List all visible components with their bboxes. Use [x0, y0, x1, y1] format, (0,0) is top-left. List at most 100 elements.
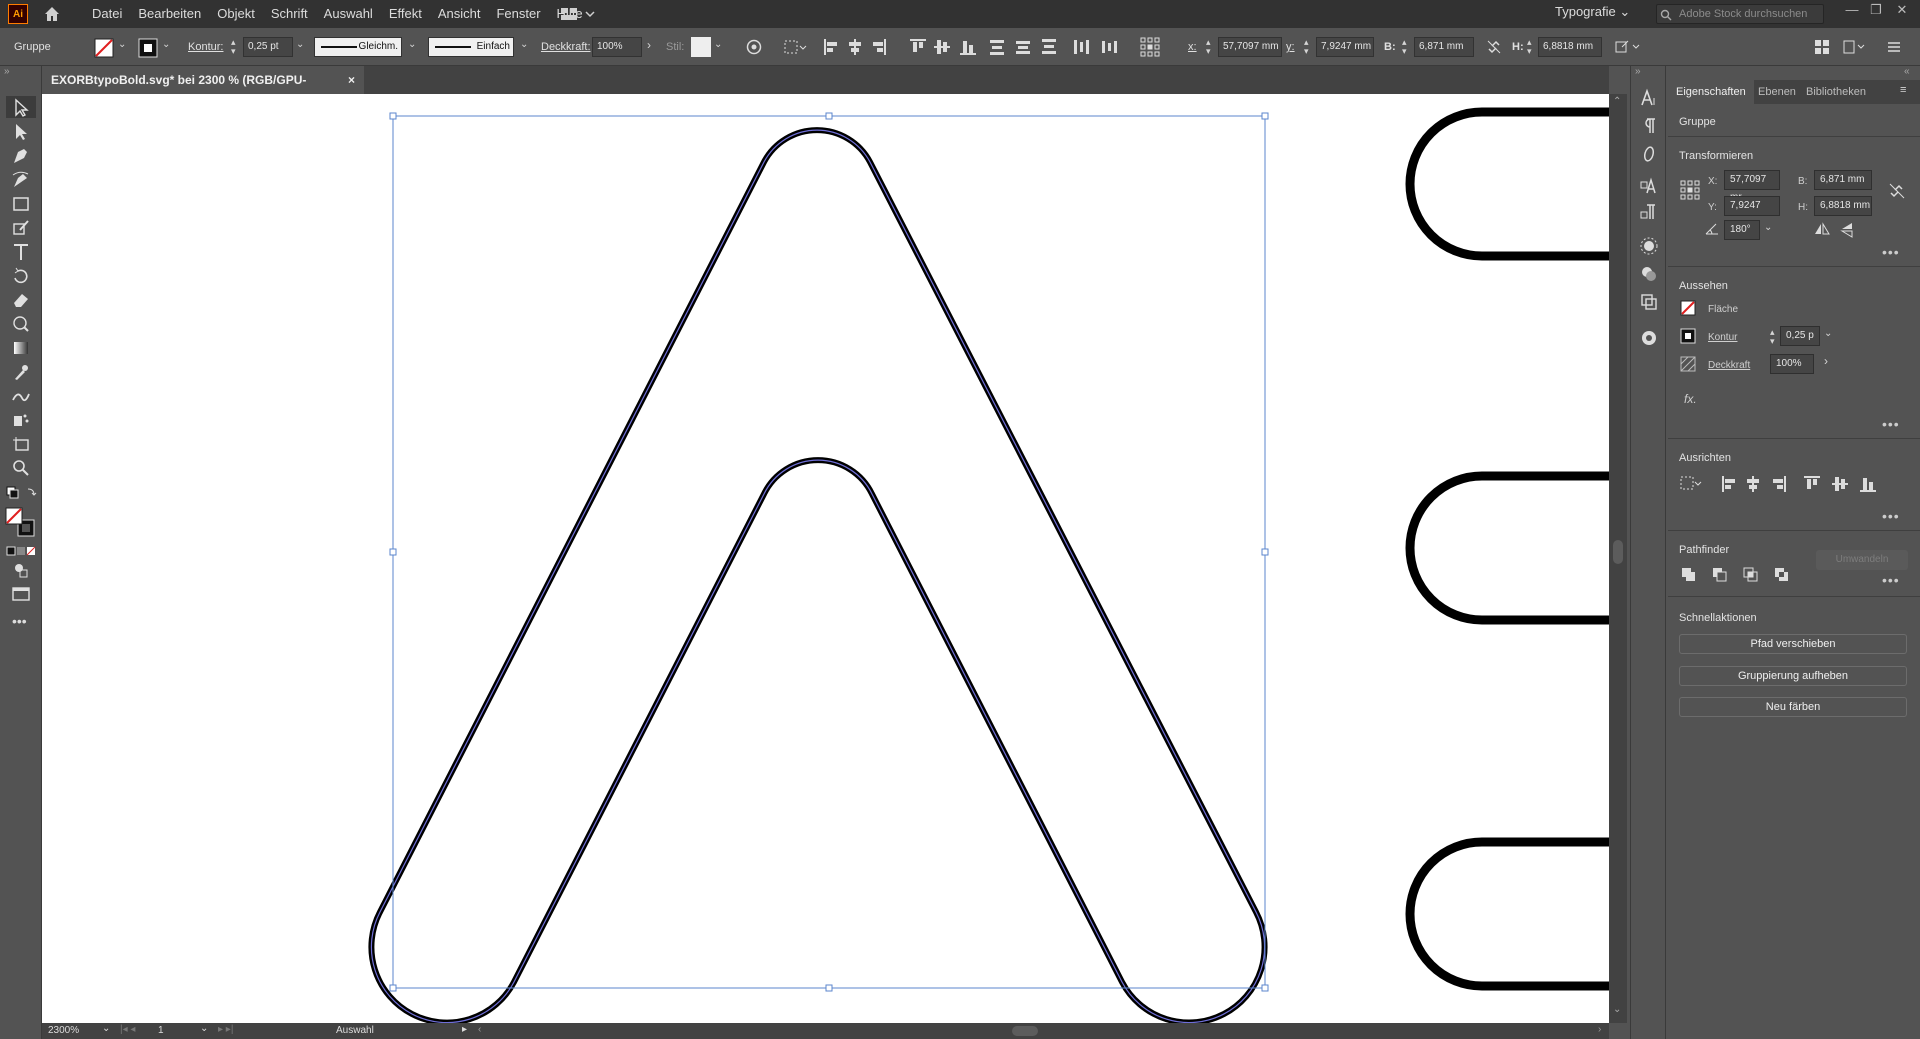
- reference-point-icon[interactable]: [1680, 180, 1700, 200]
- default-colors-swap-icon[interactable]: [6, 486, 38, 500]
- scroll-up-icon[interactable]: ⌃: [1613, 96, 1621, 107]
- layers-panel-icon[interactable]: [1639, 292, 1659, 312]
- stroke-weight-input[interactable]: 0,25 pt: [243, 37, 293, 57]
- zoom-level[interactable]: 2300%: [48, 1025, 79, 1036]
- gradient-tool-icon[interactable]: [10, 338, 32, 358]
- height-input[interactable]: 6,8818 mm: [1814, 196, 1872, 216]
- collapse-toolbar-icon[interactable]: »: [4, 66, 10, 77]
- rotation-input[interactable]: 180°: [1724, 220, 1760, 240]
- opentype-panel-icon[interactable]: [1639, 144, 1659, 164]
- artboard-canvas[interactable]: [42, 94, 1609, 1023]
- graphic-styles-icon[interactable]: [1639, 264, 1659, 284]
- appearance-panel-icon[interactable]: [1639, 236, 1659, 256]
- recolor-artwork-icon[interactable]: [746, 39, 762, 55]
- menu-ansicht[interactable]: Ansicht: [430, 0, 489, 28]
- chevron-right-icon[interactable]: ›: [1824, 354, 1828, 368]
- drawing-mode-icon[interactable]: [10, 560, 32, 580]
- glyphs-panel-icon[interactable]: [1639, 176, 1659, 196]
- tab-ebenen[interactable]: Ebenen: [1750, 80, 1804, 104]
- document-tab[interactable]: EXORBtypoBold.svg* bei 2300 % (RGB/GPU-V…: [42, 66, 364, 115]
- isolate-icon[interactable]: [1814, 39, 1830, 55]
- x-position-input[interactable]: 57,7097 mm: [1218, 37, 1282, 57]
- status-menu-arrow-icon[interactable]: ▸: [462, 1024, 467, 1035]
- direct-selection-tool-icon[interactable]: [10, 122, 32, 142]
- width-input[interactable]: 6,871 mm: [1414, 37, 1474, 57]
- chevron-down-icon[interactable]: ⌄: [296, 39, 304, 50]
- symbol-sprayer-tool-icon[interactable]: [10, 410, 32, 430]
- color-mode-icons[interactable]: [6, 546, 36, 556]
- chevron-right-icon[interactable]: ›: [647, 38, 651, 52]
- blend-tool-icon[interactable]: [10, 386, 32, 406]
- deckkraft-label[interactable]: Deckkraft:: [541, 41, 591, 53]
- fill-none-swatch-icon[interactable]: [1680, 300, 1696, 316]
- chevron-down-icon[interactable]: ⌄: [1764, 222, 1772, 233]
- more-options-icon[interactable]: •••: [1882, 572, 1900, 588]
- height-input[interactable]: 6,8818 mm: [1538, 37, 1602, 57]
- more-options-icon[interactable]: •••: [1882, 244, 1900, 260]
- edit-toolbar-icon[interactable]: •••: [12, 613, 27, 629]
- chevron-down-icon[interactable]: ⌄: [1824, 328, 1832, 339]
- recolor-button[interactable]: Neu färben: [1679, 697, 1907, 717]
- rectangle-tool-icon[interactable]: [10, 194, 32, 214]
- free-transform-tool-icon[interactable]: [10, 314, 32, 334]
- chevron-down-icon[interactable]: ⌄: [520, 39, 528, 50]
- stock-search-input[interactable]: Adobe Stock durchsuchen: [1656, 4, 1824, 24]
- panel-menu-icon[interactable]: ≡: [1900, 84, 1906, 96]
- chevron-down-icon[interactable]: ⌄: [714, 39, 722, 50]
- offset-path-button[interactable]: Pfad verschieben: [1679, 634, 1907, 654]
- scroll-down-icon[interactable]: ⌄: [1613, 1004, 1621, 1015]
- artwork-svg[interactable]: [42, 94, 1609, 1023]
- fill-none-swatch-icon[interactable]: [94, 38, 114, 58]
- stepper-icon[interactable]: ▴ ▾: [1770, 328, 1775, 346]
- home-icon[interactable]: [42, 4, 62, 24]
- screen-mode-icon[interactable]: [10, 584, 32, 604]
- align-icons-group[interactable]: [822, 38, 1132, 56]
- stepper-icon[interactable]: ▴ ▾: [1206, 38, 1211, 56]
- stepper-icon[interactable]: ▴ ▾: [1304, 38, 1309, 56]
- ungroup-button[interactable]: Gruppierung aufheben: [1679, 666, 1907, 686]
- artboard-tool-icon[interactable]: [10, 434, 32, 454]
- close-tab-icon[interactable]: ×: [348, 66, 355, 94]
- link-proportions-icon[interactable]: [1486, 39, 1502, 55]
- collapse-panel-icon[interactable]: «: [1904, 66, 1910, 77]
- chevron-down-icon[interactable]: ⌄: [408, 39, 416, 50]
- stepper-icon[interactable]: ▴ ▾: [231, 38, 236, 56]
- workspace-switcher[interactable]: Typografie ⌄: [1555, 4, 1630, 20]
- opacity-input[interactable]: 100%: [592, 37, 642, 57]
- character-styles-icon[interactable]: [1639, 202, 1659, 222]
- hscroll-thumb[interactable]: [1012, 1026, 1038, 1036]
- width-input[interactable]: 6,871 mm: [1814, 170, 1872, 190]
- stroke-label[interactable]: Kontur: [1708, 332, 1737, 343]
- menu-bearbeiten[interactable]: Bearbeiten: [130, 0, 209, 28]
- zoom-tool-icon[interactable]: [10, 458, 32, 478]
- pen-tool-icon[interactable]: [10, 146, 32, 166]
- stroke-weight-input[interactable]: 0,25 p: [1780, 326, 1820, 346]
- reference-point-icon[interactable]: [1140, 37, 1188, 57]
- opacity-label[interactable]: Deckkraft: [1708, 360, 1750, 371]
- artboard-number[interactable]: 1: [158, 1025, 164, 1036]
- selection-tool-icon[interactable]: [10, 98, 32, 118]
- hscroll-right-icon[interactable]: ›: [1598, 1024, 1601, 1035]
- more-options-icon[interactable]: •••: [1882, 416, 1900, 432]
- y-position-input[interactable]: 7,9247 mm: [1316, 37, 1374, 57]
- menu-auswahl[interactable]: Auswahl: [316, 0, 381, 28]
- tab-eigenschaften[interactable]: Eigenschaften: [1668, 80, 1754, 104]
- stepper-icon[interactable]: ▴ ▾: [1402, 38, 1407, 56]
- x-label[interactable]: x:: [1188, 41, 1197, 53]
- tab-bibliotheken[interactable]: Bibliotheken: [1798, 80, 1874, 104]
- eyedropper-tool-icon[interactable]: [10, 362, 32, 382]
- artboard-nav-prev-icons[interactable]: |◂ ◂: [120, 1024, 135, 1035]
- close-window-icon[interactable]: ✕: [1890, 2, 1914, 22]
- minimize-icon[interactable]: —: [1840, 2, 1864, 22]
- menu-objekt[interactable]: Objekt: [209, 0, 263, 28]
- more-options-icon[interactable]: •••: [1882, 508, 1900, 524]
- align-to-selection-icon[interactable]: [784, 39, 808, 55]
- x-position-input[interactable]: 57,7097 mr: [1724, 170, 1780, 203]
- transform-options-icon[interactable]: [1614, 39, 1642, 55]
- opacity-input[interactable]: 100%: [1770, 354, 1814, 374]
- chevron-down-icon[interactable]: ⌄: [118, 39, 126, 50]
- stroke-swatch-icon[interactable]: [1680, 328, 1696, 344]
- graphic-style-swatch[interactable]: [691, 37, 711, 57]
- pathfinder-icons-group[interactable]: [1680, 566, 1790, 584]
- arrange-icon[interactable]: [1842, 39, 1868, 55]
